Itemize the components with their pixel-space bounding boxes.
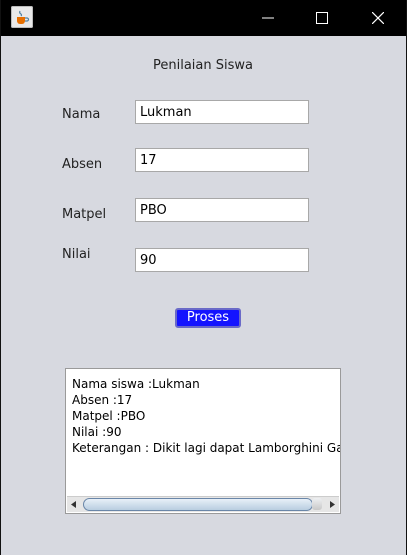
arrow-left-icon xyxy=(71,501,76,508)
close-icon xyxy=(372,12,384,24)
nama-label: Nama xyxy=(62,107,101,122)
title-bar xyxy=(1,0,406,36)
absen-field[interactable]: 17 xyxy=(135,148,309,172)
close-button[interactable] xyxy=(355,0,401,36)
maximize-icon xyxy=(316,12,328,24)
nama-field[interactable]: Lukman xyxy=(135,100,309,124)
app-window: Penilaian Siswa Nama Lukman Absen 17 Mat… xyxy=(0,0,407,555)
nilai-field[interactable]: 90 xyxy=(135,248,309,272)
output-line: Keterangan : Dikit lagi dapat Lamborghin… xyxy=(72,441,340,455)
matpel-label: Matpel xyxy=(62,207,107,222)
output-lines: Nama siswa :Lukman Absen :17 Matpel :PBO… xyxy=(72,376,340,456)
minimize-button[interactable] xyxy=(245,0,291,36)
scroll-thumb[interactable] xyxy=(83,498,313,511)
scroll-thumb-end xyxy=(312,498,322,510)
absen-label: Absen xyxy=(62,157,103,172)
matpel-field[interactable]: PBO xyxy=(135,198,309,222)
output-line: Matpel :PBO xyxy=(72,409,146,423)
scroll-right-button[interactable] xyxy=(325,497,339,512)
arrow-right-icon xyxy=(330,501,335,508)
minimize-icon xyxy=(262,17,274,19)
output-line: Absen :17 xyxy=(72,393,133,407)
proses-button[interactable]: Proses xyxy=(175,308,241,328)
java-cup-icon xyxy=(11,6,33,28)
nilai-label: Nilai xyxy=(62,247,91,262)
output-line: Nilai :90 xyxy=(72,425,122,439)
form-title: Penilaian Siswa xyxy=(153,58,253,73)
maximize-button[interactable] xyxy=(299,0,345,36)
scroll-left-button[interactable] xyxy=(67,497,81,512)
horizontal-scrollbar[interactable] xyxy=(67,496,339,512)
output-textarea[interactable]: Nama siswa :Lukman Absen :17 Matpel :PBO… xyxy=(65,368,341,514)
output-line: Nama siswa :Lukman xyxy=(72,377,200,391)
